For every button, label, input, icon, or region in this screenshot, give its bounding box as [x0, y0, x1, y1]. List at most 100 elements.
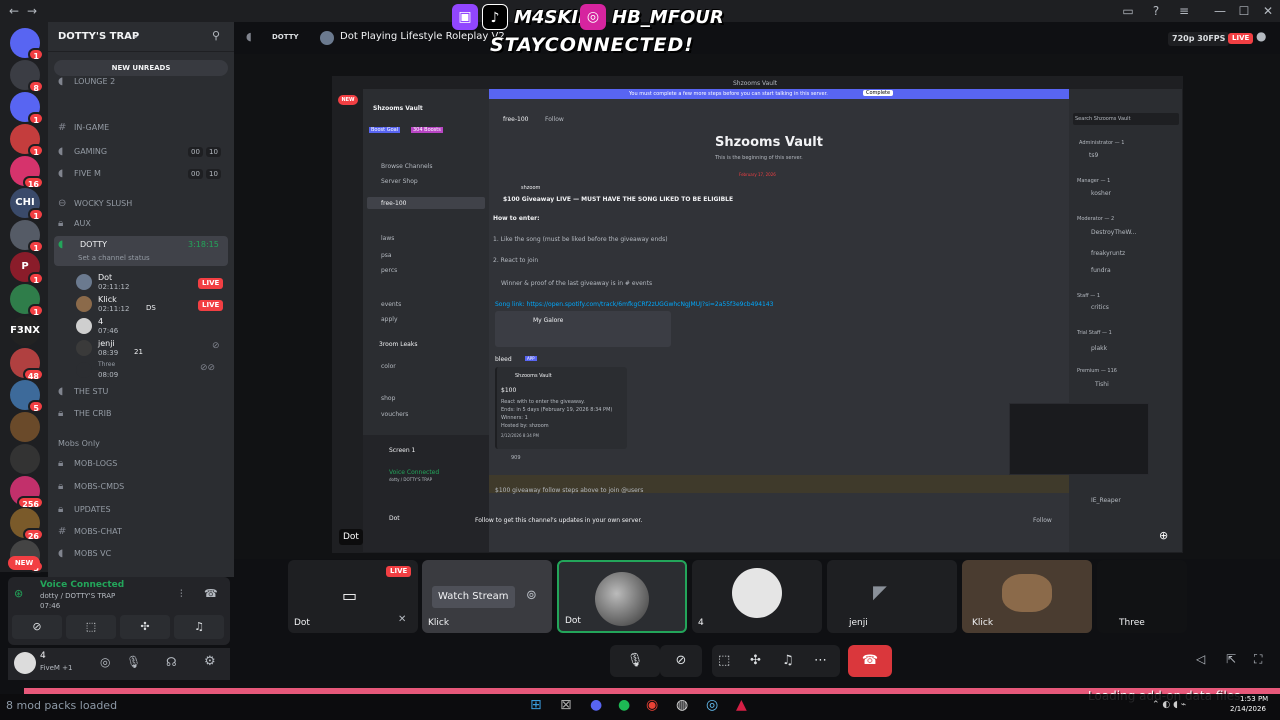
volume-muted-icon[interactable]: ✕ — [398, 614, 406, 625]
server-icon[interactable]: 1 — [10, 220, 44, 253]
zoom-icon[interactable]: ⊕ — [1159, 529, 1168, 542]
minimize-button[interactable]: — — [1210, 2, 1230, 20]
notes-icon[interactable]: ≡ — [1174, 2, 1194, 20]
spotify-taskbar-icon[interactable]: ● — [618, 697, 630, 713]
forward-button[interactable]: → — [22, 2, 42, 20]
channel-mob-logs[interactable]: 🔒︎ MOB-LOGS — [58, 456, 228, 472]
app-icon[interactable]: ▲ — [736, 697, 747, 713]
server-icon[interactable]: 1 — [10, 92, 44, 125]
server-icon[interactable]: 16 — [10, 156, 44, 189]
activities-icon[interactable]: ✣ — [750, 645, 761, 677]
camera-off-button[interactable]: ⊘ — [12, 615, 62, 639]
monitor-icon: ▭ — [342, 586, 358, 605]
voice-user-three[interactable]: Three 08:09 ⊘⊘ — [76, 360, 226, 382]
volume-icon[interactable]: ◁ — [1196, 652, 1205, 666]
activities-button[interactable]: ✣ — [120, 615, 170, 639]
chat-icon[interactable]: ● — [1256, 29, 1266, 43]
channel-mobs-vc[interactable]: ◖ MOBS VC — [58, 546, 228, 562]
avatar — [732, 568, 782, 618]
category-wocky-slush[interactable]: ⊖ WOCKY SLUSH — [58, 196, 228, 212]
stream-video[interactable]: Shzooms Vault NEW Shzooms Vault Boost Go… — [332, 76, 1183, 553]
server-icon[interactable]: 1 — [10, 124, 44, 157]
signal-icon[interactable]: ⊛ — [14, 587, 23, 600]
soundboard-button[interactable]: ♫ — [174, 615, 224, 639]
screen-share-icon[interactable]: ⬚ — [718, 645, 730, 677]
clock: 1:53 PM — [1240, 695, 1269, 703]
popout-icon[interactable]: ⇱ — [1226, 652, 1236, 666]
tile-4[interactable]: 4 — [692, 560, 822, 633]
steam-icon[interactable]: ◎ — [706, 697, 718, 713]
server-icon[interactable]: 26 — [10, 508, 44, 541]
fullscreen-icon[interactable]: ⛶ — [1254, 652, 1262, 667]
control-group: ⬚ ✣ ♫ ⋯ — [712, 645, 840, 677]
tile-three[interactable]: Three — [1097, 560, 1187, 633]
voice-user-jenji[interactable]: jenji 08:39 21 ⊘ — [76, 338, 226, 360]
soundboard-icon[interactable]: ♫ — [782, 645, 794, 677]
channel-mobs-chat[interactable]: # MOBS-CHAT — [58, 524, 228, 540]
channel-dotty[interactable]: ◖ DOTTY 3:18:15 Set a channel status — [54, 236, 228, 266]
server-icon[interactable]: CHI 1 — [10, 188, 44, 221]
server-icon[interactable]: 1 — [10, 284, 44, 317]
screen-share-button[interactable]: ⬚ — [66, 615, 116, 639]
new-badge[interactable]: NEW — [8, 556, 40, 570]
obs-icon[interactable]: ◍ — [676, 697, 688, 713]
more-icon[interactable]: ⋯ — [814, 645, 827, 677]
tile-dot-stream[interactable]: ▭ LIVE Dot ✕ — [288, 560, 418, 633]
discord-taskbar-icon[interactable]: ● — [590, 697, 602, 713]
mic-icon[interactable]: 🎙︎ — [126, 655, 141, 669]
channel-five-m[interactable]: ◖ FIVE M 00 10 — [58, 166, 228, 182]
headphones-icon[interactable]: ☊ — [166, 655, 177, 669]
channel-lounge-2[interactable]: ◖ LOUNGE 2 — [58, 74, 228, 90]
mic-button[interactable]: 🎙︎ — [610, 645, 660, 677]
server-icon[interactable]: 256 — [10, 476, 44, 509]
tile-dot[interactable]: Dot — [557, 560, 687, 633]
server-icon[interactable]: 1 — [10, 28, 44, 61]
add-user-icon[interactable]: ⚲ — [212, 29, 220, 42]
server-header[interactable]: DOTTY'S TRAP ⌄ ⚲ — [48, 22, 234, 52]
watch-stream-button[interactable]: Watch Stream — [432, 586, 515, 608]
category-mobs-only[interactable]: Mobs Only — [58, 436, 228, 452]
server-icon[interactable]: 48 — [10, 348, 44, 381]
channel-status[interactable]: Set a channel status — [78, 254, 150, 262]
spotify-icon[interactable]: ◎ — [100, 655, 110, 669]
server-icon[interactable]: 5 — [10, 380, 44, 413]
channel-updates[interactable]: 🔒︎ UPDATES — [58, 502, 228, 518]
avatar — [1002, 574, 1052, 612]
chrome-icon[interactable]: ◉ — [646, 697, 658, 713]
back-button[interactable]: ← — [4, 2, 24, 20]
camera-off-button[interactable]: ⊘ — [660, 645, 702, 677]
channel-sidebar: DOTTY'S TRAP ⌄ ⚲ NEW UNREADS ◖ LOUNGE 2 #… — [48, 22, 234, 577]
channel-mobs-cmds[interactable]: 🔒︎ MOBS-CMDS — [58, 479, 228, 495]
tile-jenji[interactable]: ◤ jenji — [827, 560, 957, 633]
channel-in-game[interactable]: # IN-GAME — [58, 120, 228, 136]
tray-icons[interactable]: ⌃ ◐ ◖ ⌁ — [1152, 700, 1186, 710]
help-icon[interactable]: ? — [1146, 2, 1166, 20]
gear-icon[interactable]: ⚙ — [204, 654, 216, 669]
channel-gaming[interactable]: ◖ GAMING 00 10 — [58, 144, 228, 160]
server-icon[interactable] — [10, 444, 40, 474]
tile-klick-stream[interactable]: Watch Stream ⊚ Klick — [422, 560, 552, 633]
close-app-icon[interactable]: ⊠ — [560, 697, 572, 713]
channel-aux[interactable]: 🔒︎ AUX — [58, 216, 228, 232]
start-icon[interactable]: ⊞ — [530, 697, 542, 713]
noise-suppression-icon[interactable]: ⫶ — [180, 589, 183, 600]
channel-the-crib[interactable]: 🔒︎ THE CRIB — [58, 406, 228, 422]
lock-icon: 🔒︎ — [58, 408, 64, 419]
voice-user-4[interactable]: 4 07:46 — [76, 316, 226, 338]
leave-call-button[interactable]: ☎ — [848, 645, 892, 677]
voice-user-dot[interactable]: Dot 02:11:12 LIVE — [76, 272, 226, 294]
popout-icon[interactable]: ⊚ — [526, 588, 537, 603]
inbox-icon[interactable]: ▭ — [1118, 2, 1138, 20]
voice-user-klick[interactable]: Klick 02:11:12 DS LIVE — [76, 294, 226, 316]
server-icon[interactable]: P1 — [10, 252, 44, 285]
close-button[interactable]: ✕ — [1258, 2, 1278, 20]
server-icon[interactable] — [10, 412, 40, 442]
avatar[interactable] — [14, 652, 36, 674]
maximize-button[interactable]: ☐ — [1234, 2, 1254, 20]
disconnect-icon[interactable]: ☎ — [204, 587, 218, 600]
server-icon[interactable]: F3NX — [10, 316, 40, 346]
lock-icon: 🔒︎ — [58, 481, 64, 492]
tile-klick[interactable]: Klick — [962, 560, 1092, 633]
channel-the-stu[interactable]: ◖ THE STU — [58, 384, 228, 400]
server-icon[interactable]: 8 — [10, 60, 44, 93]
